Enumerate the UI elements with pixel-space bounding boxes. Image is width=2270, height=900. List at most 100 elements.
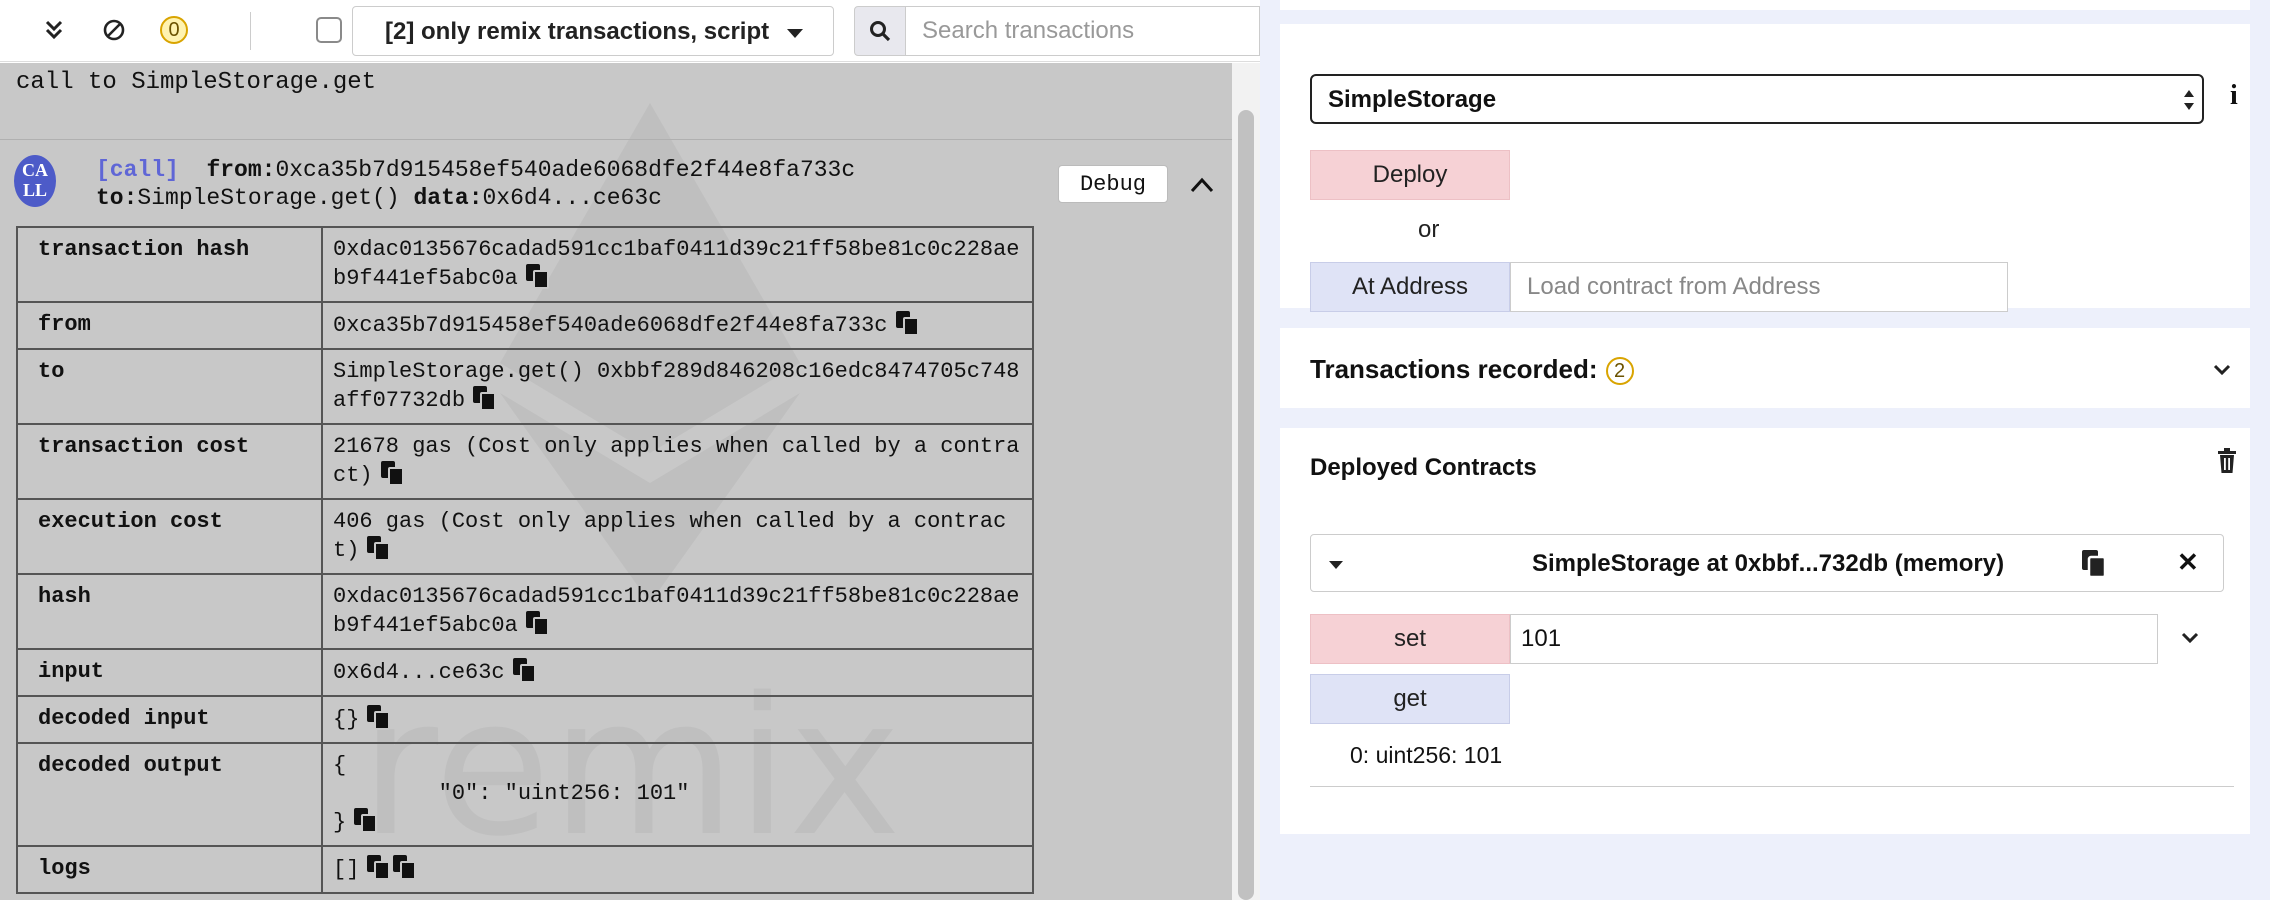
table-row: input 0x6d4...ce63c <box>16 648 1034 697</box>
log-divider <box>0 139 1232 140</box>
instance-divider <box>1310 786 2234 787</box>
copy-icon[interactable] <box>367 536 391 561</box>
copy-icon[interactable] <box>2081 549 2107 579</box>
row-value: {} <box>321 695 1034 744</box>
copy-icon[interactable] <box>380 461 404 486</box>
row-value: 0x6d4...ce63c <box>321 648 1034 697</box>
call-avatar: CA LL <box>14 155 56 207</box>
deployed-contracts-title: Deployed Contracts <box>1310 454 1537 481</box>
settings-card-edge <box>1280 0 2250 10</box>
get-function-button[interactable]: get <box>1310 674 1510 724</box>
tx-summary-line1[interactable]: [call] from:0xca35b7d915458ef540ade6068d… <box>96 157 855 183</box>
toolbar-divider <box>250 12 251 50</box>
close-icon[interactable]: ✕ <box>2177 547 2199 578</box>
contract-select[interactable]: SimpleStorage <box>1310 74 2204 124</box>
run-panel: SimpleStorage i Deploy or At Address Tra… <box>1260 0 2270 900</box>
row-key: transaction hash <box>16 226 323 303</box>
chevron-down-icon[interactable] <box>2210 358 2234 382</box>
terminal-scrollbar-thumb[interactable] <box>1238 110 1254 900</box>
row-key: from <box>16 301 323 350</box>
transactions-recorded-card[interactable]: Transactions recorded: 2 <box>1280 328 2250 408</box>
load-address-input[interactable] <box>1510 262 2008 312</box>
or-label: or <box>1418 216 1440 243</box>
select-arrows-icon <box>2184 90 2194 110</box>
copy-icon[interactable] <box>525 264 549 289</box>
row-key: logs <box>16 845 323 894</box>
row-key: execution cost <box>16 498 323 575</box>
set-function-button[interactable]: set <box>1310 614 1510 664</box>
row-value: 21678 gas (Cost only applies when called… <box>321 423 1034 500</box>
listen-checkbox[interactable] <box>316 17 342 43</box>
decoded-input-value: {} <box>333 707 360 732</box>
deploy-button[interactable]: Deploy <box>1310 150 1510 200</box>
copy-icon[interactable] <box>393 855 417 880</box>
table-row: decoded input {} <box>16 695 1034 744</box>
copy-icon[interactable] <box>525 611 549 636</box>
tx-summary-line2[interactable]: to:SimpleStorage.get() data:0x6d4...ce63… <box>96 185 662 211</box>
call-message: call to SimpleStorage.get <box>16 69 377 96</box>
to-value: SimpleStorage.get() 0xbbf289d846208c16ed… <box>333 359 1020 413</box>
data-label: data: <box>413 185 483 211</box>
info-icon[interactable]: i <box>2230 80 2246 111</box>
set-function-input[interactable] <box>1510 614 2158 664</box>
row-value: 0xca35b7d915458ef540ade6068dfe2f44e8fa73… <box>321 301 1034 350</box>
from-value: 0xca35b7d915458ef540ade6068dfe2f44e8fa73… <box>333 313 888 338</box>
copy-icon[interactable] <box>354 808 378 833</box>
execution-cost-value: 406 gas (Cost only applies when called b… <box>333 509 1007 563</box>
decoded-output-value: { "0": "uint256: 101" } <box>333 753 690 835</box>
hash-value: 0xdac0135676cadad591cc1baf0411d39c21ff58… <box>333 584 1020 638</box>
get-function-result: 0: uint256: 101 <box>1350 742 1503 768</box>
row-key: decoded input <box>16 695 323 744</box>
table-row: from 0xca35b7d915458ef540ade6068dfe2f44e… <box>16 301 1034 350</box>
row-key: input <box>16 648 323 697</box>
row-key: transaction cost <box>16 423 323 500</box>
logs-value: [] <box>333 857 360 882</box>
table-row: hash 0xdac0135676cadad591cc1baf0411d39c2… <box>16 573 1034 650</box>
to-label: to: <box>96 185 138 211</box>
caret-down-icon <box>787 29 803 38</box>
copy-icon[interactable] <box>512 658 536 683</box>
to-method: SimpleStorage.get() <box>137 185 400 211</box>
transaction-filter-select[interactable]: [2] only remix transactions, script <box>352 6 834 56</box>
copy-icon[interactable] <box>367 705 391 730</box>
contract-select-value: SimpleStorage <box>1328 86 1497 113</box>
contract-instance-header[interactable]: SimpleStorage at 0xbbf...732db (memory) … <box>1310 534 2224 592</box>
row-value: [] <box>321 845 1034 894</box>
from-address: 0xca35b7d915458ef540ade6068dfe2f44e8fa73… <box>275 157 856 183</box>
transaction-hash-value: 0xdac0135676cadad591cc1baf0411d39c21ff58… <box>333 237 1020 291</box>
search-transactions-input[interactable] <box>906 6 1260 56</box>
table-row: transaction hash 0xdac0135676cadad591cc1… <box>16 226 1034 303</box>
pending-count-badge: 0 <box>160 16 188 44</box>
deployed-contracts-card: Deployed Contracts SimpleStorage at 0xbb… <box>1280 428 2250 834</box>
ban-icon[interactable] <box>96 12 132 48</box>
table-row: decoded output { "0": "uint256: 101" } <box>16 742 1034 847</box>
row-value: SimpleStorage.get() 0xbbf289d846208c16ed… <box>321 348 1034 425</box>
trash-icon[interactable] <box>2216 448 2238 474</box>
row-value: 0xdac0135676cadad591cc1baf0411d39c21ff58… <box>321 226 1034 303</box>
at-address-button[interactable]: At Address <box>1310 262 1510 312</box>
terminal-toolbar: 0 [2] only remix transactions, script <box>0 0 1260 62</box>
transactions-recorded-count: 2 <box>1605 357 1634 385</box>
input-value: 0x6d4...ce63c <box>333 660 505 685</box>
double-chevron-down-icon[interactable] <box>36 12 72 48</box>
transaction-filter-value: [2] only remix transactions, script <box>385 18 770 45</box>
chevron-up-icon[interactable] <box>1184 167 1220 203</box>
call-tag: [call] <box>96 157 179 183</box>
from-label: from: <box>206 157 276 183</box>
row-key: decoded output <box>16 742 323 847</box>
row-value: 0xdac0135676cadad591cc1baf0411d39c21ff58… <box>321 573 1034 650</box>
transaction-details-table: transaction hash 0xdac0135676cadad591cc1… <box>16 226 1034 894</box>
copy-icon[interactable] <box>473 386 497 411</box>
table-row: to SimpleStorage.get() 0xbbf289d846208c1… <box>16 348 1034 425</box>
search-icon[interactable] <box>854 6 906 56</box>
data-value: 0x6d4...ce63c <box>482 185 662 211</box>
debug-button[interactable]: Debug <box>1058 165 1168 203</box>
transactions-recorded-title: Transactions recorded: 2 <box>1310 354 1634 385</box>
chevron-down-icon[interactable] <box>2178 626 2202 650</box>
deploy-card: SimpleStorage i Deploy or At Address <box>1280 24 2250 312</box>
row-value: { "0": "uint256: 101" } <box>321 742 1034 847</box>
terminal-output: remix call to SimpleStorage.get CA LL [c… <box>0 63 1232 900</box>
copy-icon[interactable] <box>895 311 919 336</box>
row-key: to <box>16 348 323 425</box>
copy-icon[interactable] <box>367 855 391 880</box>
